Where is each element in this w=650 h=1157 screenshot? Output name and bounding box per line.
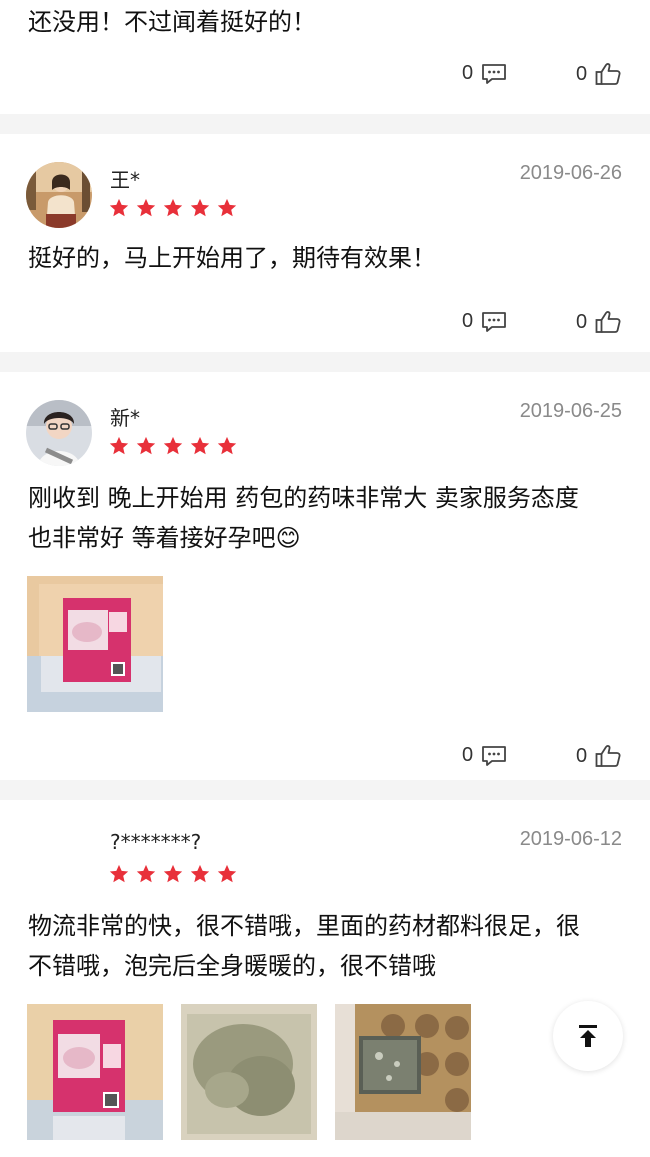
review-photo[interactable] bbox=[335, 1004, 471, 1140]
review-text-line: 不错哦，泡完后全身暖暖的，很不错哦 bbox=[28, 952, 436, 980]
comment-button[interactable]: 0 bbox=[462, 310, 507, 333]
like-button[interactable]: 0 bbox=[576, 310, 621, 334]
star-rating bbox=[108, 863, 243, 885]
back-to-top-button[interactable] bbox=[553, 1001, 623, 1071]
review-text-line: 也非常好 等着接好孕吧😊 bbox=[28, 524, 301, 552]
review-photos bbox=[0, 1004, 650, 1140]
avatar[interactable] bbox=[26, 162, 92, 228]
review-text: 物流非常的快，很不错哦，里面的药材都料很足，很 不错哦，泡完后全身暖暖的，很不错… bbox=[0, 900, 650, 986]
star-icon bbox=[217, 864, 237, 883]
star-icon bbox=[109, 436, 129, 455]
comment-bubble-icon bbox=[482, 745, 507, 766]
star-icon bbox=[136, 864, 156, 883]
star-icon bbox=[163, 436, 183, 455]
like-count: 0 bbox=[576, 310, 588, 333]
comment-count: 0 bbox=[462, 310, 474, 332]
review-card-partial: 还没用！不过闻着挺好的！ 0 0 bbox=[0, 0, 650, 114]
star-icon bbox=[109, 198, 129, 217]
divider bbox=[0, 114, 650, 134]
review-text: 刚收到 晚上开始用 药包的药味非常大 卖家服务态度 也非常好 等着接好孕吧😊 bbox=[0, 472, 650, 558]
star-icon bbox=[163, 864, 183, 883]
review-photo[interactable] bbox=[181, 1004, 317, 1140]
review-photos bbox=[0, 576, 650, 712]
review-photo[interactable] bbox=[27, 576, 163, 712]
avatar[interactable] bbox=[26, 400, 92, 466]
comment-bubble-icon bbox=[482, 63, 507, 84]
username: 新* bbox=[110, 406, 140, 430]
review-text-line: 物流非常的快，很不错哦，里面的药材都料很足，很 bbox=[28, 912, 580, 940]
comment-count: 0 bbox=[462, 744, 474, 766]
star-icon bbox=[109, 864, 129, 883]
star-rating bbox=[108, 197, 243, 219]
star-rating bbox=[108, 435, 243, 457]
review-card: ?*******? 2019-06-12 物流非常的快，很不错哦，里面的药材都料… bbox=[0, 800, 650, 1157]
review-header: 王* 2019-06-26 bbox=[0, 134, 650, 234]
back-to-top-icon bbox=[579, 1025, 597, 1047]
review-header: ?*******? 2019-06-12 bbox=[0, 800, 650, 900]
review-date: 2019-06-12 bbox=[519, 828, 622, 850]
star-icon bbox=[217, 436, 237, 455]
thumbs-up-icon bbox=[595, 745, 621, 767]
review-text: 挺好的，马上开始用了，期待有效果！ bbox=[28, 244, 436, 272]
star-icon bbox=[190, 436, 210, 455]
like-button[interactable]: 0 bbox=[576, 62, 621, 86]
username: ?*******? bbox=[110, 830, 202, 854]
like-count: 0 bbox=[576, 744, 588, 767]
review-date: 2019-06-25 bbox=[519, 400, 622, 422]
reviews-page: 还没用！不过闻着挺好的！ 0 0 王* 2019-06-26 挺好的，马上开始用… bbox=[0, 0, 650, 1157]
thumbs-up-icon bbox=[595, 63, 621, 85]
thumbs-up-icon bbox=[595, 311, 621, 333]
star-icon bbox=[217, 198, 237, 217]
star-icon bbox=[136, 436, 156, 455]
comment-button[interactable]: 0 bbox=[462, 62, 507, 85]
comment-button[interactable]: 0 bbox=[462, 744, 507, 767]
review-header: 新* 2019-06-25 bbox=[0, 372, 650, 472]
like-count: 0 bbox=[576, 62, 588, 85]
star-icon bbox=[190, 198, 210, 217]
review-photo[interactable] bbox=[27, 1004, 163, 1140]
review-text: 还没用！不过闻着挺好的！ bbox=[28, 8, 316, 36]
star-icon bbox=[190, 864, 210, 883]
like-button[interactable]: 0 bbox=[576, 744, 621, 768]
star-icon bbox=[163, 198, 183, 217]
comment-bubble-icon bbox=[482, 311, 507, 332]
review-text-line: 刚收到 晚上开始用 药包的药味非常大 卖家服务态度 bbox=[28, 484, 579, 512]
review-actions: 0 0 bbox=[0, 722, 650, 792]
review-actions: 0 0 bbox=[0, 40, 650, 110]
review-card: 王* 2019-06-26 挺好的，马上开始用了，期待有效果！ 0 0 bbox=[0, 134, 650, 352]
comment-count: 0 bbox=[462, 62, 474, 84]
username: 王* bbox=[110, 168, 140, 192]
review-actions: 0 0 bbox=[0, 288, 650, 358]
review-date: 2019-06-26 bbox=[519, 162, 622, 184]
review-card: 新* 2019-06-25 刚收到 晚上开始用 药包的药味非常大 卖家服务态度 … bbox=[0, 372, 650, 780]
star-icon bbox=[136, 198, 156, 217]
